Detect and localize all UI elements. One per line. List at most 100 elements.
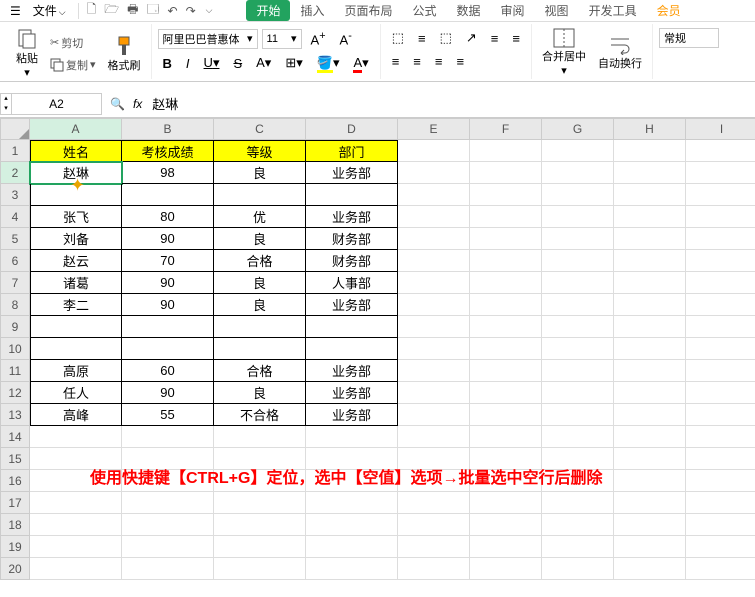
cell-G20[interactable] xyxy=(542,558,614,580)
cell-reference-input[interactable] xyxy=(12,93,102,115)
cell-C11[interactable]: 合格 xyxy=(214,360,306,382)
cell-E20[interactable] xyxy=(398,558,470,580)
cell-F3[interactable] xyxy=(470,184,542,206)
row-header-3[interactable]: 3 xyxy=(0,184,30,206)
cell-H6[interactable] xyxy=(614,250,686,272)
row-header-7[interactable]: 7 xyxy=(0,272,30,294)
cell-G14[interactable] xyxy=(542,426,614,448)
cell-D11[interactable]: 业务部 xyxy=(306,360,398,382)
row-header-14[interactable]: 14 xyxy=(0,426,30,448)
cell-B14[interactable] xyxy=(122,426,214,448)
tab-insert[interactable]: 插入 xyxy=(290,0,334,21)
cell-F18[interactable] xyxy=(470,514,542,536)
cell-I5[interactable] xyxy=(686,228,755,250)
column-header-D[interactable]: D xyxy=(306,118,398,140)
cell-G9[interactable] xyxy=(542,316,614,338)
cell-A2[interactable]: 赵琳 xyxy=(30,162,122,184)
cell-I1[interactable] xyxy=(686,140,755,162)
cell-E13[interactable] xyxy=(398,404,470,426)
underline-button[interactable]: U▾ xyxy=(199,53,225,73)
tab-dev[interactable]: 开发工具 xyxy=(579,0,647,21)
column-header-I[interactable]: I xyxy=(686,118,755,140)
cell-A10[interactable] xyxy=(30,338,122,360)
cell-H5[interactable] xyxy=(614,228,686,250)
cell-E3[interactable] xyxy=(398,184,470,206)
row-header-20[interactable]: 20 xyxy=(0,558,30,580)
cell-I2[interactable] xyxy=(686,162,755,184)
cell-H7[interactable] xyxy=(614,272,686,294)
cell-B2[interactable]: 98 xyxy=(122,162,214,184)
cell-B18[interactable] xyxy=(122,514,214,536)
cell-E7[interactable] xyxy=(398,272,470,294)
cell-D9[interactable] xyxy=(306,316,398,338)
orient-icon[interactable]: ↗ xyxy=(461,28,482,48)
cell-G6[interactable] xyxy=(542,250,614,272)
cell-C8[interactable]: 良 xyxy=(214,294,306,316)
font-extra-button[interactable]: A▾ xyxy=(251,53,276,73)
cell-A7[interactable]: 诸葛 xyxy=(30,272,122,294)
tab-layout[interactable]: 页面布局 xyxy=(334,0,402,21)
cut-button[interactable]: ✂剪切 xyxy=(46,33,100,53)
cell-I16[interactable] xyxy=(686,470,755,492)
cell-A1[interactable]: 姓名 xyxy=(30,140,122,162)
cell-H18[interactable] xyxy=(614,514,686,536)
font-size-select[interactable]: 11▾ xyxy=(262,29,302,49)
cell-F1[interactable] xyxy=(470,140,542,162)
column-header-B[interactable]: B xyxy=(122,118,214,140)
qat-open-icon[interactable]: 🗁 xyxy=(100,0,123,21)
column-header-E[interactable]: E xyxy=(398,118,470,140)
cell-C19[interactable] xyxy=(214,536,306,558)
cell-D13[interactable]: 业务部 xyxy=(306,404,398,426)
cell-E11[interactable] xyxy=(398,360,470,382)
cell-H3[interactable] xyxy=(614,184,686,206)
merge-button[interactable]: 合并居中▾ xyxy=(538,24,590,81)
cell-C13[interactable]: 不合格 xyxy=(214,404,306,426)
qat-save-icon[interactable]: 🗋 xyxy=(83,0,101,21)
font-name-select[interactable]: 阿里巴巴普惠体▾ xyxy=(158,29,258,49)
cell-E5[interactable] xyxy=(398,228,470,250)
cell-D14[interactable] xyxy=(306,426,398,448)
qat-undo-icon[interactable]: ↶ xyxy=(164,4,182,18)
cell-A6[interactable]: 赵云 xyxy=(30,250,122,272)
cell-F7[interactable] xyxy=(470,272,542,294)
indent-right-icon[interactable]: ≡ xyxy=(507,29,525,48)
cell-D2[interactable]: 业务部 xyxy=(306,162,398,184)
tab-formula[interactable]: 公式 xyxy=(403,0,447,21)
cell-F5[interactable] xyxy=(470,228,542,250)
search-icon[interactable]: 🔍 xyxy=(110,97,125,111)
italic-button[interactable]: I xyxy=(181,54,195,73)
cell-G10[interactable] xyxy=(542,338,614,360)
cell-A8[interactable]: 李二 xyxy=(30,294,122,316)
tab-home[interactable]: 开始 xyxy=(246,0,290,21)
cell-F11[interactable] xyxy=(470,360,542,382)
formula-input[interactable] xyxy=(150,94,747,113)
cell-D6[interactable]: 财务部 xyxy=(306,250,398,272)
copy-button[interactable]: 复制▾ xyxy=(46,55,100,75)
cell-E14[interactable] xyxy=(398,426,470,448)
cell-B10[interactable] xyxy=(122,338,214,360)
cell-C10[interactable] xyxy=(214,338,306,360)
cell-A5[interactable]: 刘备 xyxy=(30,228,122,250)
cell-A11[interactable]: 高原 xyxy=(30,360,122,382)
cell-G18[interactable] xyxy=(542,514,614,536)
cell-B7[interactable]: 90 xyxy=(122,272,214,294)
row-header-2[interactable]: 2 xyxy=(0,162,30,184)
row-header-8[interactable]: 8 xyxy=(0,294,30,316)
hamburger-icon[interactable]: ☰ xyxy=(6,4,25,18)
cell-G2[interactable] xyxy=(542,162,614,184)
qat-redo-icon[interactable]: ↷ xyxy=(182,4,200,18)
cell-F20[interactable] xyxy=(470,558,542,580)
cell-B12[interactable]: 90 xyxy=(122,382,214,404)
row-header-5[interactable]: 5 xyxy=(0,228,30,250)
cell-E18[interactable] xyxy=(398,514,470,536)
cell-C14[interactable] xyxy=(214,426,306,448)
cell-A3[interactable] xyxy=(30,184,122,206)
cell-F12[interactable] xyxy=(470,382,542,404)
cell-I8[interactable] xyxy=(686,294,755,316)
cell-C12[interactable]: 良 xyxy=(214,382,306,404)
cell-I4[interactable] xyxy=(686,206,755,228)
cell-I7[interactable] xyxy=(686,272,755,294)
grow-font-button[interactable]: A+ xyxy=(306,28,331,49)
tab-view[interactable]: 视图 xyxy=(535,0,579,21)
row-header-10[interactable]: 10 xyxy=(0,338,30,360)
